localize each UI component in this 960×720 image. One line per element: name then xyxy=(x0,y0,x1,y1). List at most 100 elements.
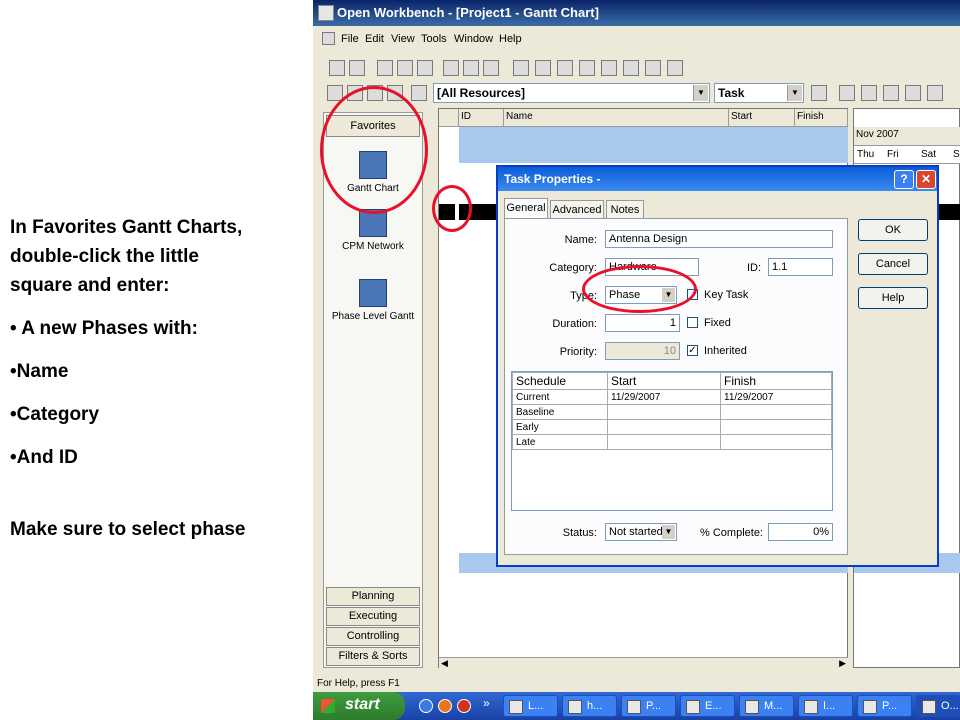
firefox-icon[interactable] xyxy=(438,699,452,713)
scroll-left-icon[interactable]: ◀ xyxy=(441,658,448,669)
finish-cell[interactable] xyxy=(720,404,832,420)
tab-notes[interactable]: Notes xyxy=(606,200,644,219)
bullet-id: •And ID xyxy=(10,447,78,468)
find-icon[interactable] xyxy=(443,60,459,76)
name-field[interactable]: Antenna Design xyxy=(605,230,833,248)
complete-field[interactable]: 0% xyxy=(768,523,833,541)
start-cell[interactable] xyxy=(607,404,721,420)
task-label: L... xyxy=(528,700,544,712)
toolbar-icon[interactable] xyxy=(883,85,899,101)
id-label: ID: xyxy=(746,262,761,274)
undo-icon[interactable] xyxy=(579,60,595,76)
cut-icon[interactable] xyxy=(513,60,529,76)
finish-cell[interactable] xyxy=(720,419,832,435)
start-header: Start xyxy=(607,372,721,390)
taskbar-task[interactable]: h... xyxy=(562,695,617,717)
finish-cell[interactable] xyxy=(720,434,832,450)
menu-view[interactable]: View xyxy=(391,33,415,45)
fixed-checkbox[interactable] xyxy=(687,317,698,328)
open-icon[interactable] xyxy=(349,60,365,76)
menu-help[interactable]: Help xyxy=(499,33,522,45)
duration-field[interactable]: 1 xyxy=(605,314,680,332)
controlling-button[interactable]: Controlling xyxy=(326,627,420,646)
help-button[interactable]: Help xyxy=(858,287,928,309)
help-question-icon[interactable]: ? xyxy=(894,170,914,189)
instruction-line: double-click the little xyxy=(10,246,199,267)
favorite-cpm-network[interactable]: CPM Network xyxy=(325,209,421,252)
scroll-right-icon[interactable]: ▶ xyxy=(839,658,846,669)
paste-icon[interactable] xyxy=(557,60,573,76)
copy-icon[interactable] xyxy=(535,60,551,76)
favorite-phase-level-gantt[interactable]: Phase Level Gantt xyxy=(325,279,421,322)
taskbar-task-active[interactable]: O... xyxy=(916,695,960,717)
start-cell[interactable] xyxy=(607,434,721,450)
column-finish[interactable]: Finish xyxy=(795,109,848,127)
chevron-down-icon[interactable]: ▼ xyxy=(693,85,708,101)
instruction-line: In Favorites Gantt Charts, xyxy=(10,217,243,238)
ok-button[interactable]: OK xyxy=(858,219,928,241)
list-icon[interactable] xyxy=(483,60,499,76)
cancel-button[interactable]: Cancel xyxy=(858,253,928,275)
save-icon[interactable] xyxy=(377,60,393,76)
toolbar-icon[interactable] xyxy=(927,85,943,101)
taskbar-task[interactable]: L... xyxy=(503,695,558,717)
indent-icon[interactable] xyxy=(601,60,617,76)
tab-advanced[interactable]: Advanced xyxy=(550,200,604,219)
chevron-down-icon[interactable]: ▼ xyxy=(662,525,675,539)
title-bar[interactable]: Open Workbench - [Project1 - Gantt Chart… xyxy=(313,0,960,26)
filters-sorts-button[interactable]: Filters & Sorts xyxy=(326,647,420,666)
column-id[interactable]: ID xyxy=(459,109,504,127)
quick-launch-more[interactable]: » xyxy=(483,696,490,710)
toolbar-icon[interactable] xyxy=(811,85,827,101)
planning-button[interactable]: Planning xyxy=(326,587,420,606)
window-icon xyxy=(686,700,700,714)
start-cell[interactable]: 11/29/2007 xyxy=(607,389,721,405)
menu-file[interactable]: File xyxy=(341,33,359,45)
menu-bar: File Edit View Tools Window Help xyxy=(313,29,960,51)
header-band xyxy=(459,145,848,163)
grid-icon[interactable] xyxy=(667,60,683,76)
ie-icon[interactable] xyxy=(419,699,433,713)
folder-icon[interactable] xyxy=(417,60,433,76)
task-combo[interactable]: Task ▼ xyxy=(714,83,804,103)
schedule-table-box: Schedule Start Finish Current 11/29/2007… xyxy=(511,371,833,511)
column-name[interactable]: Name xyxy=(504,109,729,127)
preview-icon[interactable] xyxy=(463,60,479,76)
instructions-text: In Favorites Gantt Charts, double-click … xyxy=(10,213,310,544)
inherited-checkbox[interactable]: ✓ xyxy=(687,345,698,356)
resource-filter-combo[interactable]: [All Resources] ▼ xyxy=(433,83,710,103)
dialog-title-bar[interactable]: Task Properties - ? ✕ xyxy=(498,167,937,191)
column-start[interactable]: Start xyxy=(729,109,795,127)
finish-cell[interactable]: 11/29/2007 xyxy=(720,389,832,405)
binoculars-icon[interactable] xyxy=(645,60,661,76)
taskbar-task[interactable]: P... xyxy=(857,695,912,717)
window-title: Open Workbench - [Project1 - Gantt Chart… xyxy=(337,5,599,20)
taskbar-task[interactable]: P... xyxy=(621,695,676,717)
new-icon[interactable] xyxy=(329,60,345,76)
toolbar-icon[interactable] xyxy=(905,85,921,101)
taskbar-task[interactable]: M... xyxy=(739,695,794,717)
toolbar-icon[interactable] xyxy=(839,85,855,101)
status-select[interactable]: Not started ▼ xyxy=(605,523,677,541)
id-field[interactable]: 1.1 xyxy=(768,258,833,276)
taskbar-task[interactable]: E... xyxy=(680,695,735,717)
taskbar-task[interactable]: I... xyxy=(798,695,853,717)
highlight-circle xyxy=(582,265,697,313)
delete-icon[interactable] xyxy=(623,60,639,76)
favorite-label: Phase Level Gantt xyxy=(331,311,415,322)
menu-window[interactable]: Window xyxy=(454,33,493,45)
status-select-value: Not started xyxy=(609,526,663,538)
tab-general[interactable]: General xyxy=(504,198,548,219)
chevron-down-icon[interactable]: ▼ xyxy=(787,85,802,101)
toolbar-icon[interactable] xyxy=(411,85,427,101)
horizontal-scrollbar[interactable]: ◀ ▶ xyxy=(439,657,848,669)
menu-edit[interactable]: Edit xyxy=(365,33,384,45)
toolbar-icon[interactable] xyxy=(861,85,877,101)
menu-tools[interactable]: Tools xyxy=(421,33,447,45)
start-cell[interactable] xyxy=(607,419,721,435)
print-icon[interactable] xyxy=(397,60,413,76)
start-button[interactable]: start xyxy=(313,692,405,720)
executing-button[interactable]: Executing xyxy=(326,607,420,626)
close-icon[interactable]: ✕ xyxy=(916,170,936,189)
opera-icon[interactable] xyxy=(457,699,471,713)
